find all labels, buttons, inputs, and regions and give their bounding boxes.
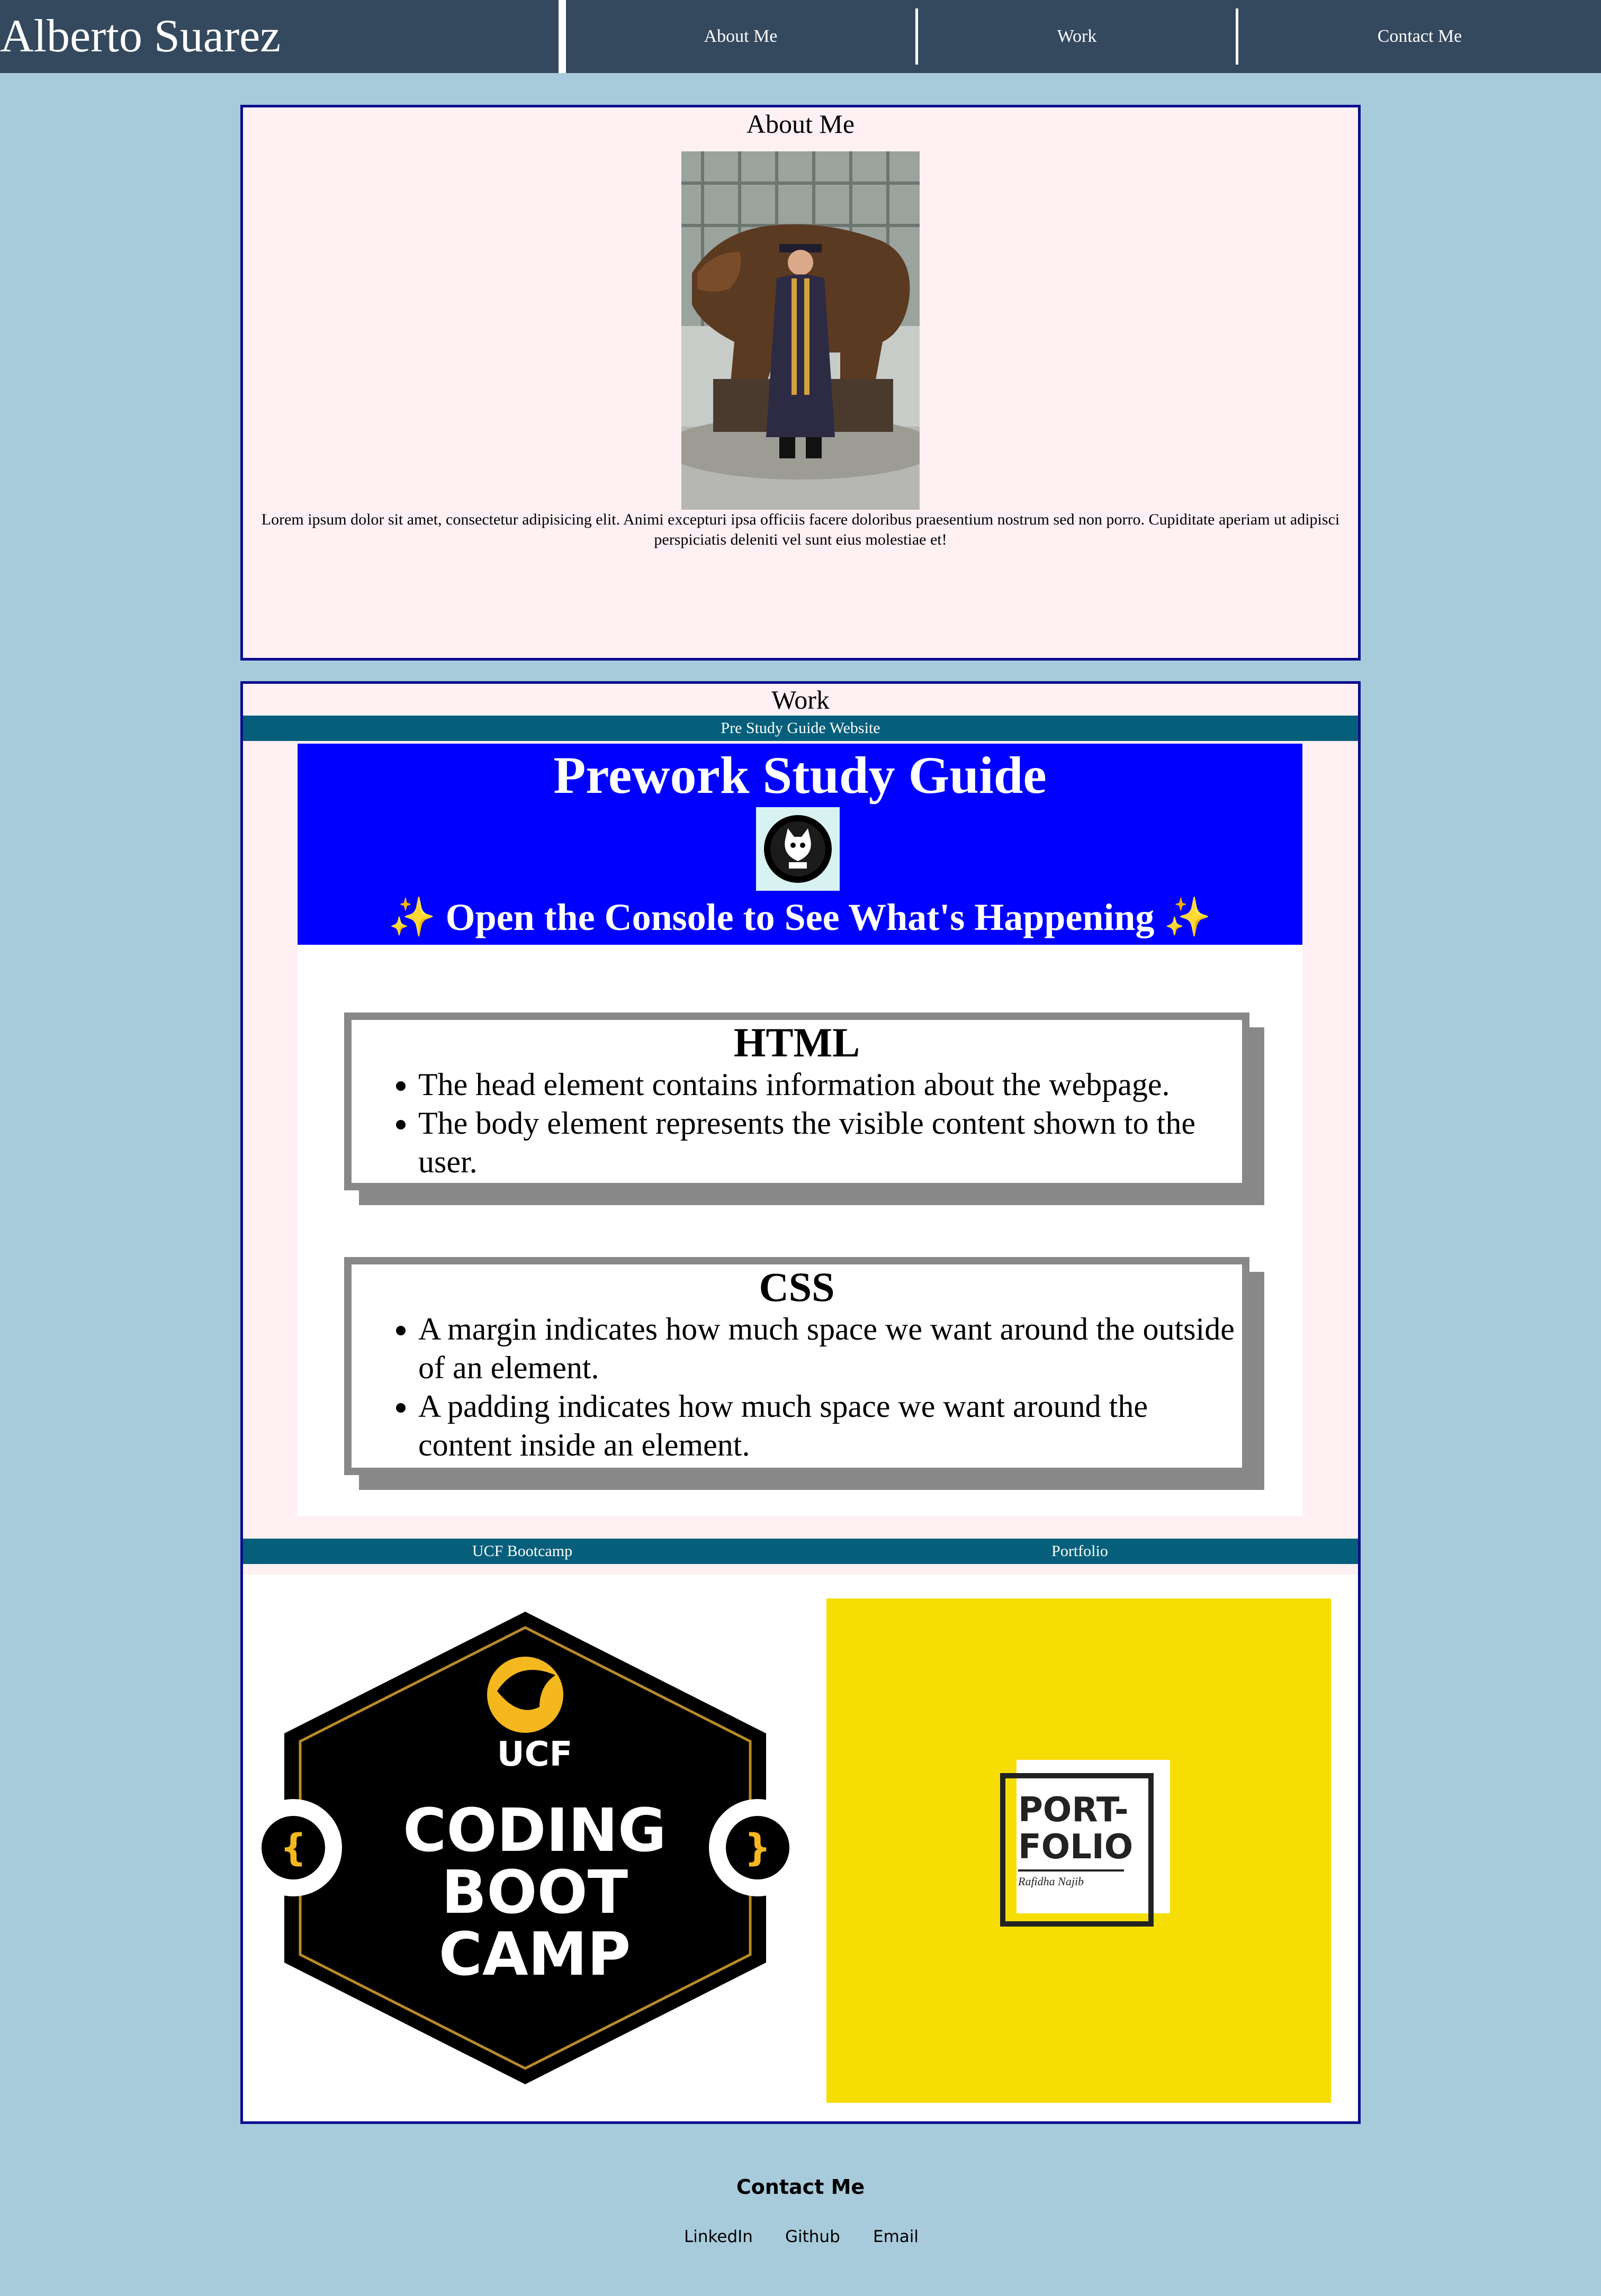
css-card-title: CSS [759,1264,835,1310]
about-text: Lorem ipsum dolor sit amet, consectetur … [261,511,1340,548]
study-guide-title: Prework Study Guide [553,746,1047,804]
about-heading: About Me [746,109,855,139]
css-card: CSS A margin indicates how much space we… [344,1257,1249,1475]
ucf-logo-text: BOOT [441,1858,628,1927]
github-link[interactable]: Github [785,2227,840,2246]
portfolio-logo-text: PORT- [1018,1791,1129,1830]
html-card-title: HTML [733,1019,860,1065]
ucf-logo-text: CODING [403,1796,667,1865]
cat-logo-icon [756,807,840,891]
site-header: Alberto Suarez About Me Work Contact Me [0,0,1601,73]
project-label-ucf: UCF Bootcamp [243,1539,802,1564]
nav-about-link[interactable]: About Me [566,0,915,73]
study-guide-screenshot[interactable]: Prework Study Guide ✨ Open the Console t… [298,744,1302,1516]
work-section: Work Pre Study Guide Website Prework Stu… [240,681,1361,2124]
project-label-portfolio: Portfolio [802,1539,1358,1564]
linkedin-link[interactable]: LinkedIn [684,2227,753,2246]
site-title: Alberto Suarez [0,11,281,62]
graduation-photo [681,151,920,510]
about-section: About Me Lorem ipsum dolor sit amet, con… [240,105,1361,661]
html-card-item: The body element represents the visible … [418,1104,1242,1181]
study-guide-subtitle: ✨ Open the Console to See What's Happeni… [388,896,1212,938]
portfolio-logo-text: FOLIO [1018,1828,1134,1867]
portfolio-tile[interactable]: PORT- FOLIO Rafidha Najib [826,1575,1358,2121]
portfolio-logo-signature: Rafidha Najib [1018,1875,1084,1888]
study-guide-banner: Prework Study Guide ✨ Open the Console t… [298,744,1302,945]
portfolio-logo-rule [1018,1869,1124,1872]
project-label-study-guide: Pre Study Guide Website [243,716,1358,741]
css-card-item: A padding indicates how much space we wa… [418,1387,1242,1465]
ucf-bootcamp-tile[interactable]: { } UCF CODING BOOT CAMP [243,1575,826,2121]
html-card: HTML The head element contains informati… [344,1013,1249,1190]
ucf-logo-text: UCF [497,1735,573,1774]
nav-work-link[interactable]: Work [918,0,1236,73]
contact-heading: Contact Me [736,2175,865,2199]
css-card-item: A margin indicates how much space we wan… [418,1310,1242,1387]
html-card-item: The head element contains information ab… [418,1065,1242,1104]
portfolio-logo: PORT- FOLIO Rafidha Najib [826,1598,1331,2103]
nav-contact-link[interactable]: Contact Me [1238,0,1601,73]
ucf-logo-text: CAMP [438,1920,631,1989]
work-heading: Work [771,685,830,715]
email-link[interactable]: Email [873,2227,919,2246]
header-separator [559,0,566,73]
